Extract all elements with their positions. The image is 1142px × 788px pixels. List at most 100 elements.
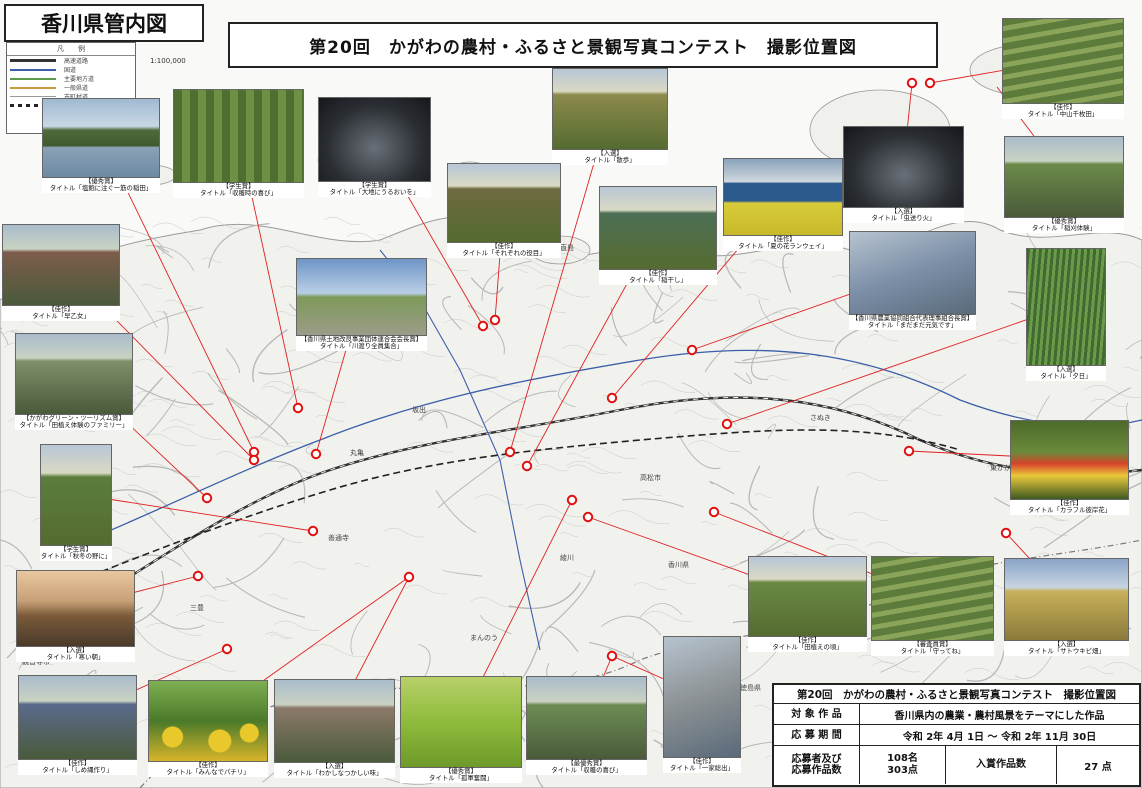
info-subject-label: 対 象 作 品 [774,704,860,724]
photo-image [526,676,647,760]
info-row-counts: 応募者及び 応募作品数 108名 303点 入賞作品数 27 点 [774,746,1139,784]
photo-entry: 【佳作】 タイトル「夏の花ランウェイ」 [723,158,843,251]
photo-entry: 【佳作】 タイトル「稲干し」 [599,186,717,285]
map-title: 第20回 かがわの農村・ふるさと景観写真コンテスト 撮影位置図 [228,22,938,68]
photo-caption: 【佳作】 タイトル「中山千枚田」 [1002,103,1124,118]
info-entrants-value: 108名 303点 [860,746,946,784]
photo-image [2,224,120,306]
photo-entry: 【入選】 タイトル「虫送り火」 [843,126,964,223]
photo-image [42,98,160,178]
location-marker [248,454,260,466]
photo-caption: 【審査員賞】 タイトル「守ってね」 [871,640,994,655]
photo-image [1004,136,1124,218]
photo-image [599,186,717,270]
place-label: 坂出 [412,405,426,414]
photo-caption: 【学生賞】 タイトル「秋冬の野に」 [40,545,112,561]
location-marker [721,418,733,430]
photo-image [1004,558,1129,641]
photo-image [1002,18,1124,104]
photo-image [663,636,741,758]
photo-title: タイトル「まだまだ元気です」 [867,321,958,330]
photo-title: タイトル「夏の花ランウェイ」 [738,242,828,251]
place-label: まんのう [470,634,498,642]
photo-title: タイトル「稲干し」 [629,276,687,285]
legend-heading: 凡 例 [7,43,135,56]
photo-image [400,676,522,768]
photo-entry: 【佳作】 タイトル「しめ縄作り」 [18,675,137,775]
legend-label: 国道 [64,67,77,74]
photo-caption: 【佳作】 タイトル「稲干し」 [599,269,717,285]
photo-image [1026,248,1106,366]
photo-title: タイトル「カラフル彼岸花」 [1027,506,1112,515]
place-label: さぬき [810,414,831,422]
place-label: 高松市 [640,473,661,482]
photo-caption: 【佳作】 タイトル「それぞれの役目」 [447,242,561,258]
photo-caption: 【佳作】 タイトル「カラフル彼岸花」 [1010,499,1129,515]
photo-entry: 【最優秀賞】 タイトル「収穫の喜び」 [526,676,647,775]
photo-image [16,570,135,647]
legend-label: 高速道路 [64,58,89,65]
location-marker [307,525,319,537]
location-marker [403,571,415,583]
photo-entry: 【香川県農業協同組合代表理事組合長賞】 タイトル「まだまだ元気です」 [849,231,976,330]
photo-title: タイトル「サトウキビ畑」 [1028,647,1105,656]
photo-caption: 【学生賞】 タイトル「収穫時の喜び」 [173,182,304,198]
photo-image [552,68,668,150]
photo-caption: 【かがわグリーン・ツーリズム賞】 タイトル「田植え体験のファミリー」 [15,414,133,429]
place-label: 丸亀 [350,448,364,457]
info-period-label: 応 募 期 間 [774,725,860,745]
photo-image [40,444,112,546]
photo-title: タイトル「わかしなつかしい味」 [286,769,383,778]
location-marker [201,492,213,504]
photo-title: タイトル「みんなでパチリ」 [166,768,250,777]
location-marker [566,494,578,506]
photo-caption: 【最優秀賞】 タイトル「収穫の喜び」 [526,759,647,774]
info-row-subject: 対 象 作 品 香川県内の農業・農村風景をテーマにした作品 [774,704,1139,725]
photo-title: タイトル「大地にうるおいを」 [329,188,420,197]
photo-entry: 【佳作】 タイトル「田植えの頃」 [748,556,867,652]
region-title: 香川県管内図 [4,4,204,42]
photo-caption: 【入選】 タイトル「散歩」 [552,149,668,164]
photo-caption: 【香川県農業協同組合代表理事組合長賞】 タイトル「まだまだ元気です」 [849,314,976,330]
photo-caption: 【香川県土地改良事業団体連合会会長賞】 タイトル「川渡り全員集合」 [296,335,427,351]
photo-image [1010,420,1129,500]
photo-caption: 【佳作】 タイトル「夏の花ランウェイ」 [723,235,843,251]
photo-image [15,333,133,415]
photo-entry: 【香川県土地改良事業団体連合会会長賞】 タイトル「川渡り全員集合」 [296,258,427,351]
photo-entry: 【佳作】 タイトル「みんなでパチリ」 [148,680,268,777]
location-marker [606,392,618,404]
photo-entry: 【佳作】 タイトル「早乙女」 [2,224,120,321]
photo-image [296,258,427,336]
photo-entry: 【入選】 タイトル「夕日」 [1026,248,1106,381]
photo-caption: 【入選】 タイトル「夕日」 [1026,365,1106,380]
photo-caption: 【優秀賞】 タイトル「稲刈体験」 [1004,217,1124,233]
location-marker [582,511,594,523]
photo-entry: 【入選】 タイトル「わかしなつかしい味」 [274,679,395,778]
photo-caption: 【学生賞】 タイトル「大地にうるおいを」 [318,181,431,197]
legend-label: 一般県道 [64,85,89,92]
photo-image [849,231,976,315]
photo-entry: 【学生賞】 タイトル「収穫時の喜び」 [173,89,304,198]
scale-label: 1:100,000 [150,57,186,65]
photo-title: タイトル「川渡り全員集合」 [319,342,404,351]
info-row-period: 応 募 期 間 令和 2年 4月 1日 ～ 令和 2年 11月 30日 [774,725,1139,746]
photo-title: タイトル「収穫時の喜び」 [200,189,277,198]
location-marker [477,320,489,332]
photo-entry: 【優秀賞】 タイトル「孤軍奮闘」 [400,676,522,783]
location-marker [906,77,918,89]
photo-entry: 【佳作】 タイトル「中山千枚田」 [1002,18,1124,119]
photo-entry: 【佳作】 タイトル「それぞれの役目」 [447,163,561,258]
photo-image [274,679,395,763]
photo-caption: 【入選】 タイトル「寒い朝」 [16,646,135,661]
photo-entry: 【優秀賞】 タイトル「稲刈体験」 [1004,136,1124,233]
info-winners-label: 入賞作品数 [946,746,1057,784]
photo-title: タイトル「秋冬の野に」 [40,552,112,561]
place-label: 善通寺 [328,533,349,542]
photo-title: タイトル「稲刈体験」 [1032,224,1096,233]
location-marker [924,77,936,89]
photo-title: タイトル「それぞれの役目」 [462,249,546,258]
photo-caption: 【入選】 タイトル「虫送り火」 [843,207,964,222]
photo-caption: 【入選】 タイトル「わかしなつかしい味」 [274,762,395,778]
photo-title: タイトル「田植えの頃」 [772,643,843,652]
photo-caption: 【入選】 タイトル「サトウキビ畑」 [1004,640,1129,656]
